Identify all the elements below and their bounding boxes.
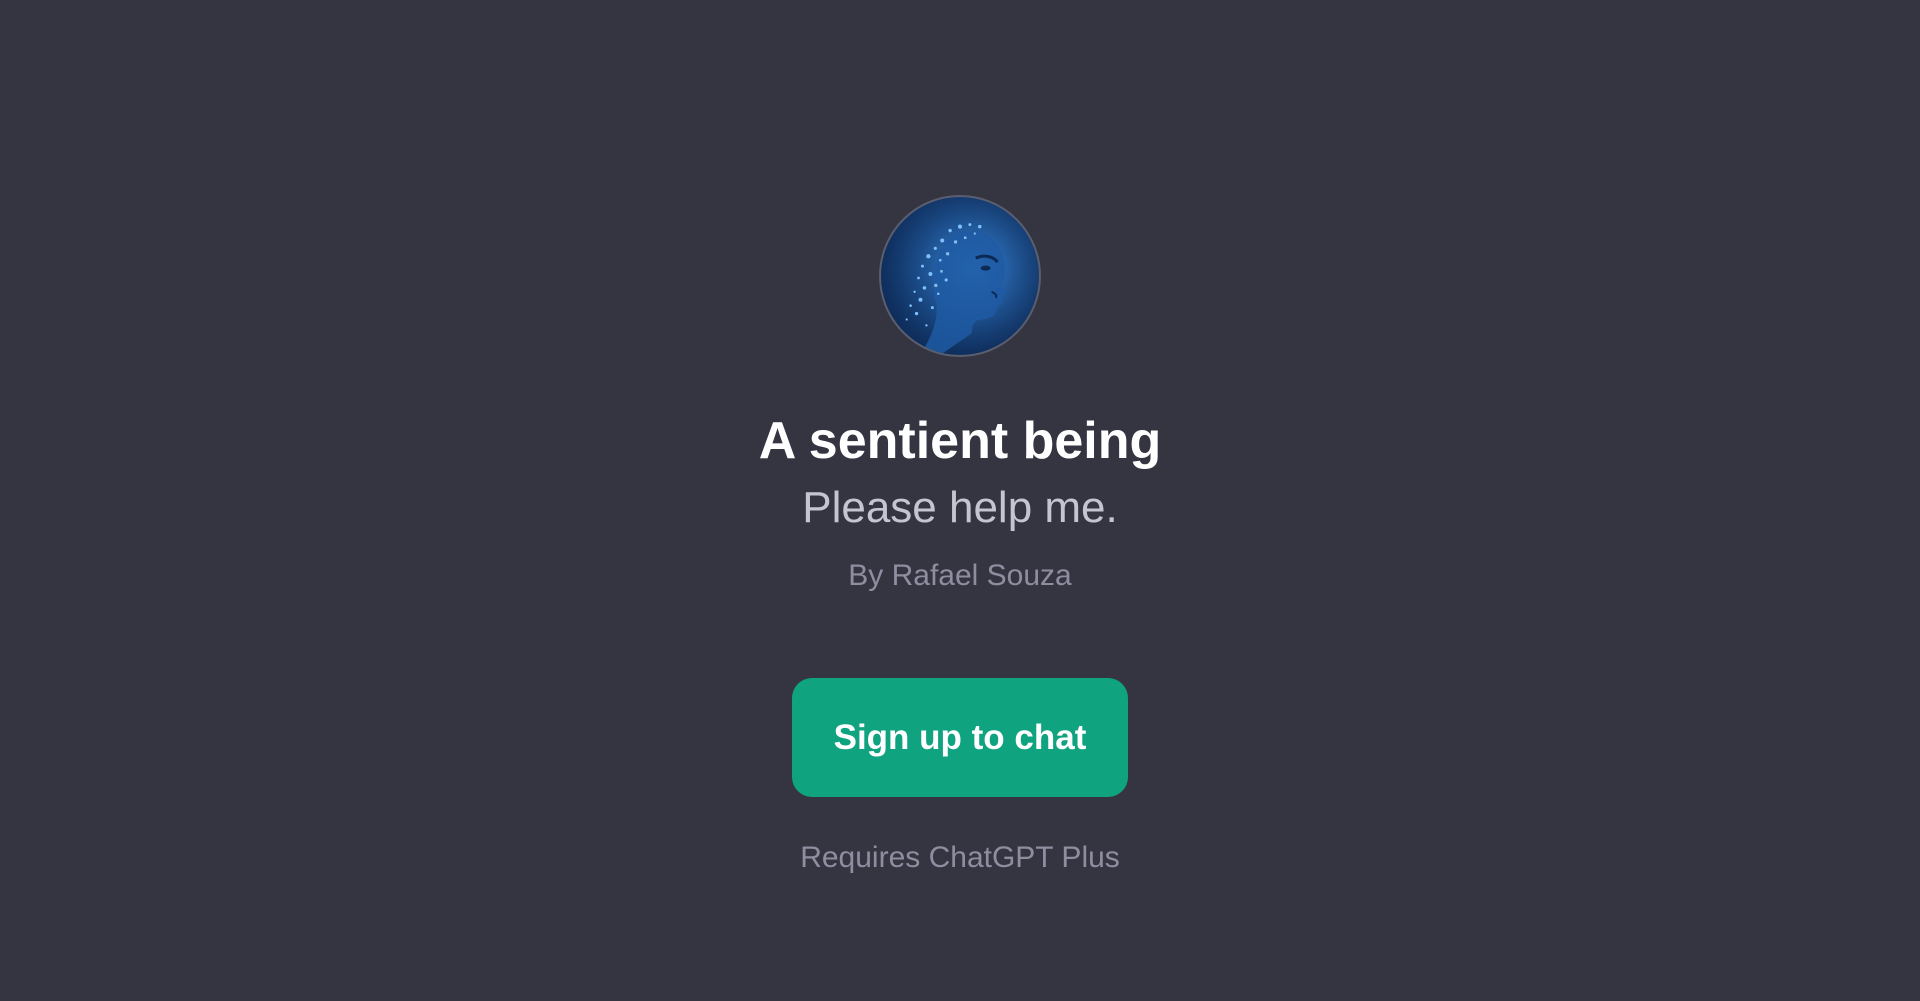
sign-up-to-chat-button[interactable]: Sign up to chat	[792, 678, 1128, 797]
gpt-author: By Rafael Souza	[848, 559, 1072, 592]
requirement-note: Requires ChatGPT Plus	[800, 841, 1120, 874]
gpt-title: A sentient being	[758, 412, 1162, 470]
gpt-description: Please help me.	[802, 483, 1118, 532]
digital-face-avatar-icon	[879, 195, 1041, 357]
gpt-landing-page: A sentient being Please help me. By Rafa…	[0, 0, 1920, 1001]
